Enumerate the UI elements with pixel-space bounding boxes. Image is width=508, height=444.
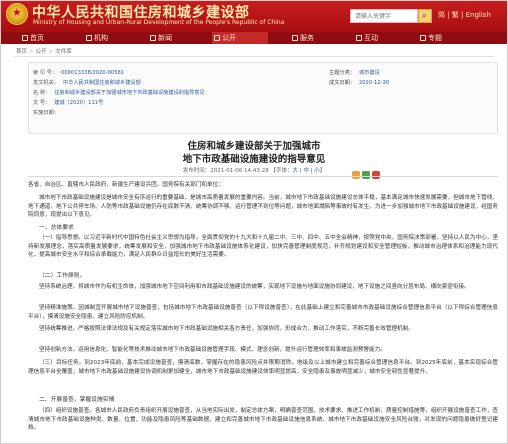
nav-item-open[interactable]: 公开 [212,32,268,44]
wechat-icon[interactable] [362,171,370,179]
divider [28,176,498,177]
national-emblem-icon [6,3,28,25]
info-date: 成文日期： 2020-12-30 [329,80,390,86]
info-impl: 实施日期： [33,110,59,116]
open-icon [214,35,220,41]
paragraph-salutation: 各省、自治区、直辖市人民政府，新疆生产建设兵团，国务院有关部门和单位： [28,182,224,188]
home-icon [22,35,28,41]
article-meta: 发布时间：2021-01-06 14:43:28 【字体：大 | 中 | 小】 [182,168,326,174]
breadcrumb-home[interactable]: 首页 [16,49,27,55]
nav-item-label: 新闻 [158,34,172,42]
print-icon[interactable] [352,171,360,179]
news-icon [150,35,156,41]
nav-item-label: 首页 [30,34,44,42]
info-name: 名 称： 住房和城乡建设部关于加强城市地下市政基础设施建设的指导意见 [33,90,205,96]
font-size-label: 【字体： [270,168,293,174]
nav-item-news[interactable]: 新闻 [148,32,203,44]
breadcrumb-library[interactable]: 文件库 [55,49,72,55]
info-issuer: 发文机关： 中华人民共和国住房和城乡建设部 [33,80,141,86]
service-icon [292,35,298,41]
document-info-box: 索 引 号： 000013338/2020-00581 主题分类： 城市建设 发文机… [28,62,498,134]
info-subject: 主题分类： 城市建设 [329,70,380,76]
nav-item-label: 公开 [222,34,236,42]
subheading-principles: （二）工作原则。 [39,273,86,279]
search-input[interactable] [350,9,418,23]
font-size-controls[interactable]: 大 | 中 | 小 [292,168,319,174]
weibo-icon[interactable] [372,171,380,179]
breadcrumb-open[interactable]: 公开 [36,49,47,55]
breadcrumb: 首页 > 公开 > 文件库 [16,49,72,55]
paragraph-precise: 坚持精准施策。因城制宜开展城市地下设施普查，包括城市地下市政基础设施普查（以下称… [28,305,498,320]
nav-item-home[interactable]: 首页 [20,32,75,44]
paragraph-intro: 城市地下市政基础设施建设是城市安全有序运行的重要基础，是城市高质量发展的重要内容… [28,195,498,219]
paragraph-coordinate: 坚持统筹推进。严格按照法律法规及有关规定落实城市地下市政基础设施相关各方责任，加… [39,326,414,332]
paragraph-system: 坚持系统治理。将城市作为有机生命体，加强城市地下空间利用和市政基础设施建设的统筹… [39,284,470,290]
article-title-line1: 住房和城乡建设部关于加强城市 [187,141,321,152]
nav-item-label: 服务 [300,34,314,42]
paragraph-survey: （四）组织设施普查。各城市人民政府负责组织开展设施普查，从当地实际出发，制定总体… [28,408,498,432]
language-links[interactable]: 简 | 繁 | English [438,10,491,20]
building-icon [86,35,92,41]
nav-item-interact[interactable]: 互动 [354,32,409,44]
site-header: 中华人民共和国住房和城乡建设部 Ministry of Housing and … [0,0,508,32]
interact-icon [356,35,362,41]
paragraph-targets: （三）目标任务。到2023年底前，基本完成设施普查，摸清底数，掌握存在的隐患风险… [28,360,498,375]
paragraph-guiding: （一）指导思想。以习近平新时代中国特色社会主义思想为指导，全面贯彻党的十九大和十… [28,235,498,259]
nav-item-topic[interactable]: 专题 [418,32,473,44]
info-index: 索 引 号： 000013338/2020-00581 [33,70,125,76]
search-button[interactable]: ⌕ [418,9,432,23]
nav-item-service[interactable]: 服务 [290,32,345,44]
info-docno: 文 号： 建城〔2020〕111号 [33,100,104,106]
nav-item-label: 互动 [364,34,378,42]
section-heading-1: 一、总体要求 [39,225,74,231]
section-heading-2: 二、开展普查，掌握设施实情 [39,397,115,403]
search-icon: ⌕ [422,11,427,20]
nav-item-org[interactable]: 机构 [84,32,139,44]
site-subtitle: Ministry of Housing and Urban-Rural Deve… [33,19,285,26]
divider [14,56,494,57]
nav-item-label: 机构 [94,34,108,42]
topic-icon [420,35,426,41]
publish-time: 发布时间：2021-01-06 14:43:28 [182,168,269,174]
main-nav: 首页 机构 新闻 公开 服务 互动 专题 [0,32,508,44]
nav-item-label: 专题 [428,34,442,42]
article-title-line2: 地下市政基础设施建设的指导意见 [182,154,326,165]
paragraph-innovate: 坚持创新方法。运用信息化、智能化等技术推动城市地下市政基础设施管理手段、模式、理… [39,347,386,353]
